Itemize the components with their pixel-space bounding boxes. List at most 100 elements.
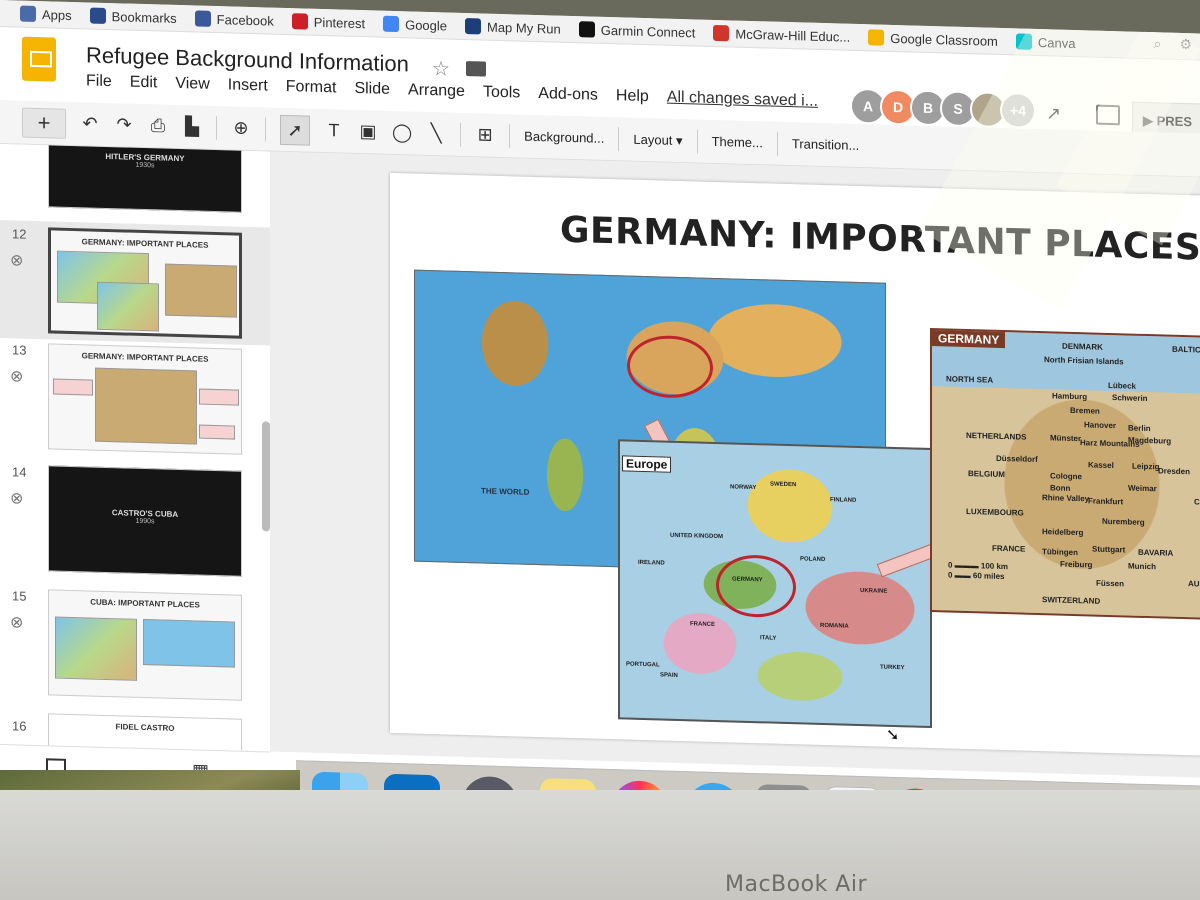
add-comment-icon[interactable]: ⊞ [475,124,495,146]
thumbnail-map [143,618,235,668]
slide-filmstrip: HITLER'S GERMANY 1930s 12 ⊗ GERMANY: IMP… [0,144,271,752]
divider [216,115,217,140]
folder-icon[interactable] [466,61,486,77]
layout-button[interactable]: Layout ▾ [633,131,682,148]
slide-thumbnail[interactable]: HITLER'S GERMANY 1930s [48,144,242,213]
thumbnail-title: GERMANY: IMPORTANT PLACES [81,237,209,250]
text-box-icon[interactable]: T [324,120,344,142]
image-icon[interactable]: ▣ [358,121,378,143]
city-label: Magdeburg [1128,435,1172,446]
europe-highlight-circle[interactable] [627,334,713,399]
background-button[interactable]: Background... [524,129,604,146]
new-slide-button[interactable]: + [22,107,66,139]
city-label: CZECH REPUBLIC [1194,497,1200,508]
bookmark-7[interactable]: McGraw-Hill Educ... [713,24,850,45]
bookmark-4[interactable]: Google [383,15,447,34]
bookmark-label: Map My Run [487,19,561,37]
slide-thumbnail[interactable]: GERMANY: IMPORTANT PLACES [48,343,242,455]
filmstrip-scrollbar[interactable] [262,421,270,532]
city-label: Kassel [1088,460,1114,471]
bookmark-label: Pinterest [313,14,366,31]
city-label: Berlin [1128,423,1151,434]
redo-icon[interactable]: ↷ [114,114,134,136]
thumbnail-title: FIDEL CASTRO [115,722,175,733]
bookmark-0[interactable]: Apps [20,5,72,23]
city-label: Rhine Valley [1042,493,1090,504]
city-label: Schwerin [1112,393,1148,404]
star-icon[interactable]: ☆ [432,56,450,82]
paint-format-icon[interactable]: ▙ [182,116,202,138]
slides-logo-icon[interactable] [22,36,56,82]
bookmark-6[interactable]: Garmin Connect [578,21,695,40]
document-title[interactable]: Refugee Background Information [86,42,409,77]
line-icon[interactable]: ╲ [426,123,446,145]
menu-format[interactable]: Format [286,78,337,97]
filmstrip-row[interactable]: 14 ⊗ CASTRO'S CUBA 1990s [0,464,270,577]
europe-map-image[interactable]: Europe NORWAY SWEDEN FINLAND UNITED KINGDOM… [618,439,932,729]
thumbnail-title: CUBA: IMPORTANT PLACES [90,597,200,610]
slide-thumbnail[interactable]: GERMANY: IMPORTANT PLACES [48,227,242,339]
menu-insert[interactable]: Insert [228,76,268,95]
country-label: SWEDEN [770,481,797,489]
slide-thumbnail[interactable]: CASTRO'S CUBA 1990s [48,465,242,577]
bookmark-8[interactable]: Google Classroom [868,29,998,49]
facebook-icon [194,10,211,27]
shape-icon[interactable]: ◯ [392,122,412,144]
transition-button[interactable]: Transition... [792,136,859,153]
divider [776,131,778,156]
germany-map-image[interactable]: GERMANY DENMARK North Frisian Islands NORT… [930,327,1200,621]
city-label: FRANCE [992,543,1026,554]
country-label: ITALY [760,635,777,642]
city-label: Hamburg [1052,391,1088,402]
bookmark-label: Bookmarks [111,8,177,26]
slide-number: 16 [12,718,27,734]
device-label: MacBook Air [725,872,868,897]
classroom-icon [868,29,885,46]
menu-file[interactable]: File [86,72,112,91]
link-icon: ⊗ [10,614,24,632]
filmstrip-row[interactable]: 16 FIDEL CASTRO [0,712,270,752]
menu-edit[interactable]: Edit [130,74,158,93]
menu-addons[interactable]: Add-ons [538,85,598,105]
city-label: BAVARIA [1138,547,1174,558]
garmin-icon [578,21,595,38]
bookmark-2[interactable]: Facebook [194,10,274,28]
bookmark-5[interactable]: Map My Run [465,17,561,37]
city-label: AUSTRIA [1188,579,1200,590]
link-icon: ⊗ [10,252,24,270]
germany-highlight-circle[interactable] [716,553,796,619]
menu-arrange[interactable]: Arrange [408,81,465,101]
bookmark-3[interactable]: Pinterest [291,13,366,31]
mcgraw-hill-icon [713,24,730,42]
city-label: Frankfurt [1088,496,1124,507]
zoom-icon[interactable]: ⊕ [231,117,251,139]
city-label: Dresden [1158,466,1191,477]
city-label: Düsseldorf [996,453,1038,464]
menu-slide[interactable]: Slide [354,80,390,99]
thumbnail-title: GERMANY: IMPORTANT PLACES [81,351,209,364]
print-icon[interactable]: ⎙ [148,115,168,137]
save-status[interactable]: All changes saved i... [667,89,818,111]
menu-tools[interactable]: Tools [483,83,520,102]
thumbnail-map [55,616,137,681]
city-label: Tübingen [1042,547,1078,558]
menu-view[interactable]: View [175,75,209,94]
divider [696,128,698,153]
menu-help[interactable]: Help [616,87,649,106]
country-label: NORWAY [730,484,757,492]
map-scale-bar: 0 ▬▬▬ 100 km 0 ▬▬ 60 miles [948,560,1009,582]
filmstrip-row[interactable]: 15 ⊗ CUBA: IMPORTANT PLACES [0,588,270,701]
city-label: Weimar [1128,483,1157,494]
divider [618,126,620,151]
bookmark-1[interactable]: Bookmarks [89,7,177,26]
google-icon [383,15,400,33]
slide-thumbnail[interactable]: CUBA: IMPORTANT PLACES [48,589,242,701]
select-cursor-icon[interactable]: ➚ [280,114,310,146]
slide-number: 12 [12,226,27,242]
city-label: BALTIC SEA [1172,344,1200,355]
undo-icon[interactable]: ↶ [80,113,100,135]
city-label: North Frisian Islands [1044,355,1124,367]
divider [265,116,266,141]
theme-button[interactable]: Theme... [712,134,763,150]
city-label: NETHERLANDS [966,430,1027,442]
